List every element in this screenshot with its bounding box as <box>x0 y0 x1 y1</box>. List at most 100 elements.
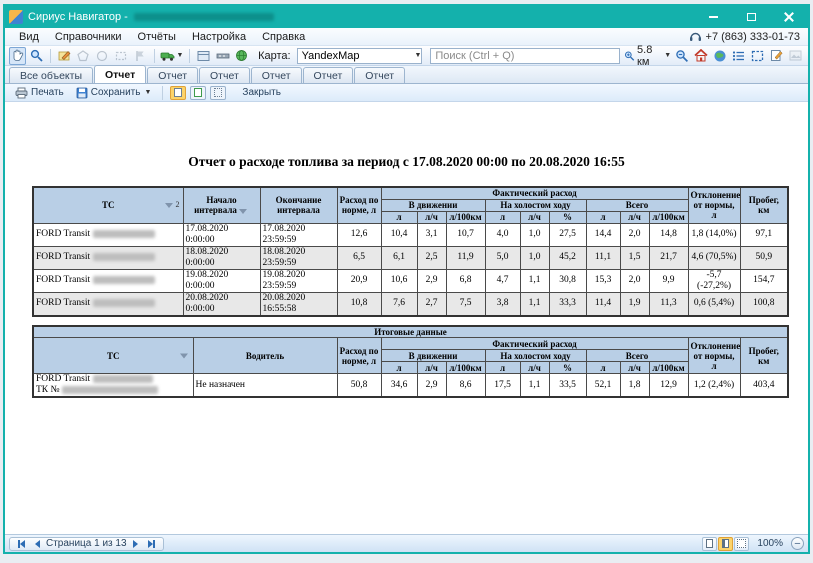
unit-header: л/100км <box>649 211 688 223</box>
totals-table: Итоговые данные ТС Водитель Расход по но… <box>32 325 789 399</box>
map-provider-select[interactable]: YandexMap ▼ <box>297 48 423 64</box>
sort-count: 2 <box>176 200 180 210</box>
table-row[interactable]: FORD Transit 20.08.2020 0:00:00 20.08.20… <box>33 292 788 316</box>
image-button <box>787 47 804 65</box>
col-header-norm[interactable]: Расход по норме, л <box>337 338 381 374</box>
route-button[interactable] <box>214 47 231 65</box>
pan-tool-button[interactable] <box>9 47 26 65</box>
col-header-start[interactable]: Начало интервала <box>183 187 260 223</box>
tab-report-3[interactable]: Отчет <box>199 67 250 83</box>
norm-cell: 6,5 <box>337 246 381 269</box>
tab-report-5[interactable]: Отчет <box>303 67 354 83</box>
geo-tools-button[interactable] <box>233 47 250 65</box>
fit-width-view-button[interactable] <box>718 537 733 551</box>
value-cell: 1,1 <box>520 269 549 292</box>
unit-header: л <box>485 211 520 223</box>
zoom-out-slider-button[interactable]: − <box>791 537 804 550</box>
col-header-norm[interactable]: Расход по норме, л <box>337 187 381 223</box>
notes-button[interactable] <box>768 47 785 65</box>
value-cell: 1,1 <box>520 292 549 316</box>
value-cell: 30,8 <box>549 269 586 292</box>
prev-page-button[interactable] <box>30 538 44 550</box>
tab-all-objects[interactable]: Все объекты <box>9 67 93 83</box>
world-map-button[interactable] <box>711 47 728 65</box>
map-scale-control[interactable]: 5.8 км ▼ <box>624 44 671 68</box>
select-area-button[interactable] <box>749 47 766 65</box>
value-cell: 21,7 <box>649 246 688 269</box>
close-report-button[interactable]: Закрыть <box>238 86 285 99</box>
maximize-icon <box>747 13 756 21</box>
zoom-page-button[interactable] <box>170 86 186 100</box>
menu-nastroyka[interactable]: Настройка <box>184 30 254 44</box>
panels-button[interactable] <box>195 47 212 65</box>
norm-cell: 12,6 <box>337 223 381 246</box>
main-toolbar: ▼ Карта: YandexMap ▼ <box>5 46 808 66</box>
table-row[interactable]: FORD Transit 18.08.2020 0:00:00 18.08.20… <box>33 246 788 269</box>
zoom-out-button[interactable] <box>673 47 690 65</box>
minimize-button[interactable] <box>694 6 732 28</box>
col-header-actual: Фактический расход <box>381 187 688 199</box>
table-row[interactable]: FORD Transit ТК № Не назначен 50,8 34,6 … <box>33 374 788 398</box>
zoom-tool-button[interactable] <box>28 47 45 65</box>
table-row[interactable]: FORD Transit 17.08.2020 0:00:00 17.08.20… <box>33 223 788 246</box>
tab-report-2[interactable]: Отчет <box>147 67 198 83</box>
search-input[interactable] <box>430 48 620 64</box>
save-button[interactable]: Сохранить ▼ <box>72 86 156 100</box>
multi-page-view-button[interactable] <box>734 537 749 551</box>
circle-icon <box>96 50 108 62</box>
tab-report-6[interactable]: Отчет <box>354 67 405 83</box>
last-page-button[interactable] <box>145 538 159 550</box>
value-cell: 27,5 <box>549 223 586 246</box>
home-button[interactable] <box>692 47 709 65</box>
tab-report-4[interactable]: Отчет <box>251 67 302 83</box>
first-page-button[interactable] <box>14 538 28 550</box>
value-cell: 1,0 <box>520 246 549 269</box>
edit-map-button[interactable] <box>56 47 73 65</box>
col-header-end[interactable]: Окончание интервала <box>260 187 337 223</box>
menu-vid[interactable]: Вид <box>11 30 47 44</box>
vehicle-cell: FORD Transit <box>33 292 183 316</box>
chevron-down-icon: ▼ <box>176 52 183 59</box>
col-header-mileage[interactable]: Пробег, км <box>740 338 788 374</box>
multi-page-button[interactable] <box>210 86 226 100</box>
col-header-deviation[interactable]: Отклонение от нормы, л <box>688 338 740 374</box>
totals-title: Итоговые данные <box>33 326 788 338</box>
col-header-tc[interactable]: ТС 2 <box>33 187 183 223</box>
tab-report-1[interactable]: Отчет <box>94 65 146 83</box>
polygon-icon <box>77 50 89 62</box>
end-cell: 17.08.2020 23:59:59 <box>260 223 337 246</box>
col-header-driver[interactable]: Водитель <box>193 338 337 374</box>
value-cell: 17,5 <box>485 374 520 398</box>
redacted-plate <box>93 276 155 284</box>
fit-width-icon <box>722 539 729 548</box>
next-page-button[interactable] <box>129 538 143 550</box>
menu-spravka[interactable]: Справка <box>254 30 313 44</box>
single-page-icon <box>706 539 713 548</box>
fit-page-button[interactable] <box>190 86 206 100</box>
menu-otchety[interactable]: Отчёты <box>130 30 184 44</box>
col-header-deviation[interactable]: Отклонение от нормы, л <box>688 187 740 223</box>
print-button[interactable]: Печать <box>11 86 68 100</box>
close-report-label: Закрыть <box>242 87 281 98</box>
hand-icon <box>11 49 24 62</box>
single-page-view-button[interactable] <box>702 537 717 551</box>
maximize-button[interactable] <box>732 6 770 28</box>
mileage-cell: 50,9 <box>740 246 788 269</box>
object-list-button[interactable] <box>730 47 747 65</box>
vehicle-menu-button[interactable]: ▼ <box>159 47 184 65</box>
value-cell: 5,0 <box>485 246 520 269</box>
close-button[interactable] <box>770 6 808 28</box>
col-label: Начало интервала <box>194 195 237 215</box>
menu-spravochniki[interactable]: Справочники <box>47 30 130 44</box>
redacted-plate <box>93 299 155 307</box>
col-header-tc[interactable]: ТС <box>33 338 193 374</box>
panel-icon <box>197 50 210 62</box>
unit-header: л <box>586 211 620 223</box>
value-cell: 1,8 <box>620 374 649 398</box>
mileage-cell: 403,4 <box>740 374 788 398</box>
unit-header: л <box>381 211 417 223</box>
col-header-mileage[interactable]: Пробег, км <box>740 187 788 223</box>
table-row[interactable]: FORD Transit 19.08.2020 0:00:00 19.08.20… <box>33 269 788 292</box>
value-cell: 33,5 <box>549 374 586 398</box>
floppy-icon <box>76 87 88 99</box>
